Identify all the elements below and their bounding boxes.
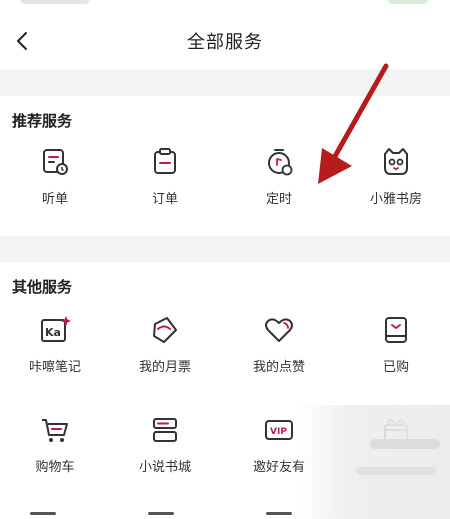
list-clock-icon [43, 149, 68, 175]
service-item-purchased[interactable]: 已购 [341, 314, 450, 398]
heart-icon [265, 318, 293, 342]
svg-text:VIP: VIP [270, 427, 287, 437]
service-label: 小说书城 [138, 460, 191, 475]
status-indicators [20, 0, 90, 4]
service-label: 购物车 [35, 460, 75, 475]
service-label: 定时 [265, 192, 292, 207]
watermark-overlay [300, 405, 450, 519]
vip-icon: VIP [265, 420, 293, 440]
recommended-services-section: 推荐服务 听单 订单 定时 小雅书房 [0, 96, 450, 236]
battery-icon [388, 0, 428, 4]
service-item-ka-notes[interactable]: Ka 咔嚓笔记 [0, 314, 110, 398]
service-item-study-room[interactable]: 小雅书房 [341, 146, 450, 230]
order-clipboard-icon [154, 148, 176, 174]
service-label: 已购 [382, 360, 409, 375]
timer-icon [268, 149, 293, 176]
service-label: 听单 [41, 192, 68, 207]
cart-icon [42, 419, 68, 442]
service-label: 我的月票 [138, 360, 191, 375]
ticket-icon [153, 317, 177, 343]
service-item-novel-store[interactable]: 小说书城 [110, 414, 220, 498]
section-title: 推荐服务 [12, 112, 73, 130]
cat-face-icon [384, 148, 408, 175]
service-item-orders[interactable]: 订单 [110, 146, 220, 230]
service-label: 我的点赞 [252, 360, 305, 375]
service-label: 咔嚓笔记 [28, 360, 81, 375]
page-title: 全部服务 [187, 32, 263, 53]
service-label: 小雅书房 [369, 192, 422, 207]
svg-text:Ka: Ka [45, 326, 61, 339]
status-bar [0, 0, 450, 12]
ka-note-icon: Ka [41, 316, 71, 342]
books-icon [153, 418, 177, 442]
service-item-monthly-ticket[interactable]: 我的月票 [110, 314, 220, 398]
service-item-cart[interactable]: 购物车 [0, 414, 110, 498]
service-item-my-likes[interactable]: 我的点赞 [224, 314, 334, 398]
service-item-listen-list[interactable]: 听单 [0, 146, 110, 230]
purchased-box-icon [385, 317, 407, 343]
service-label: 订单 [151, 192, 178, 207]
section-title: 其他服务 [12, 278, 73, 296]
page-header: 全部服务 [0, 12, 450, 71]
service-item-timer[interactable]: 定时 [224, 146, 334, 230]
